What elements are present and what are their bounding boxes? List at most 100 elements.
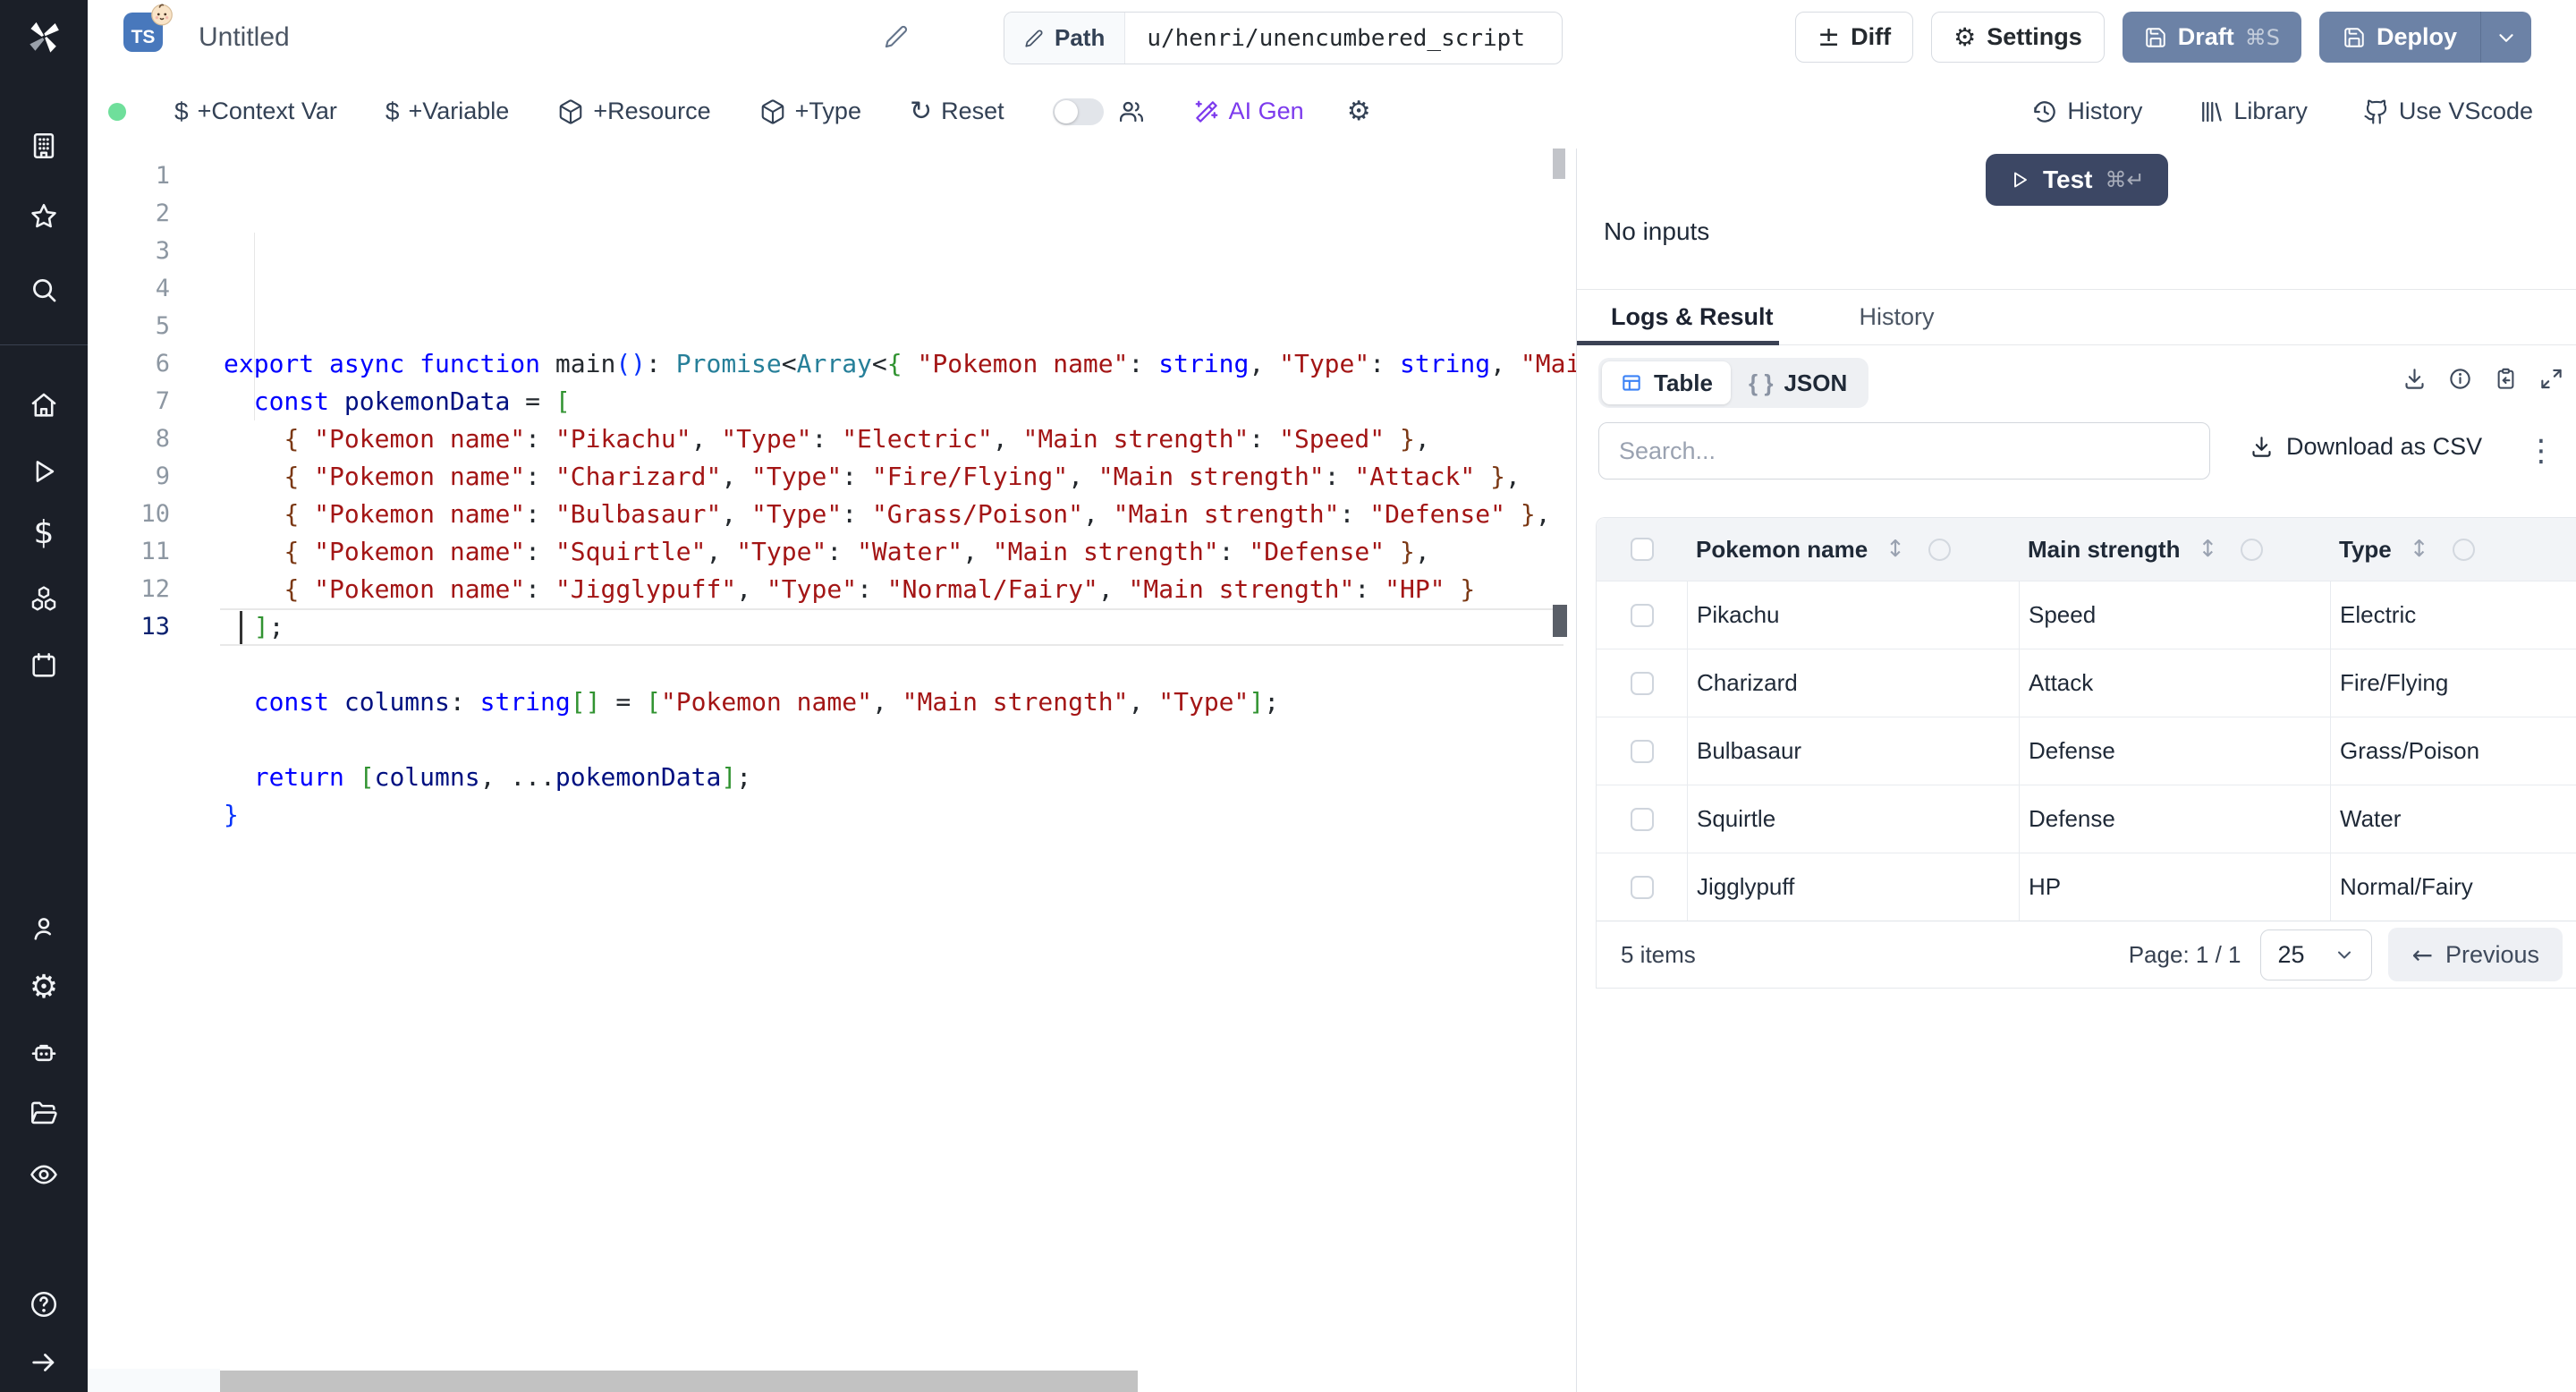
ai-gen-button[interactable]: AI Gen [1193, 98, 1304, 125]
script-emoji-icon [151, 4, 173, 26]
line-number: 3 [155, 237, 170, 265]
table-icon [1623, 375, 1640, 391]
history-button[interactable]: History [2031, 98, 2142, 125]
play-icon[interactable] [29, 456, 59, 487]
sort-icon[interactable]: ↕ [2198, 536, 2217, 563]
line-number: 9 [155, 463, 170, 490]
reset-button[interactable]: ↻ Reset [910, 96, 1004, 127]
deploy-button[interactable]: Deploy [2319, 12, 2480, 63]
sort-icon[interactable]: ↕ [2410, 536, 2429, 563]
column-header[interactable]: Pokemon name ↕ [1687, 536, 2019, 564]
add-type-button[interactable]: +Type [759, 98, 861, 125]
editor-vertical-scrollbar[interactable] [1553, 149, 1565, 179]
deploy-dropdown-button[interactable] [2480, 12, 2531, 63]
column-handle[interactable] [2452, 538, 2475, 561]
editor-code[interactable]: export async function main(): Promise<Ar… [220, 149, 1576, 1392]
table-cell: Electric [2330, 581, 2576, 649]
row-checkbox[interactable] [1630, 739, 1654, 763]
add-variable-button[interactable]: $ +Variable [386, 98, 509, 126]
indent-guide [254, 233, 255, 420]
braces-icon: { } [1748, 369, 1774, 396]
path-widget[interactable]: Path u/henri/unencumbered_script [1004, 12, 1563, 64]
folder-icon[interactable] [29, 1099, 59, 1129]
help-icon[interactable] [29, 1289, 59, 1320]
add-resource-button[interactable]: +Resource [557, 98, 711, 125]
row-checkbox[interactable] [1630, 671, 1654, 695]
github-icon [2364, 98, 2386, 124]
building-icon[interactable] [29, 131, 59, 161]
code-line: const columns: string[] = ["Pokemon name… [253, 687, 1280, 717]
line-number: 11 [140, 538, 170, 565]
star-icon[interactable] [29, 201, 59, 232]
test-button[interactable]: Test ⌘↵ [1986, 154, 2168, 206]
edit-title-pencil-icon[interactable] [884, 24, 909, 49]
home-icon[interactable] [29, 390, 59, 420]
clipboard-copy-icon[interactable] [2494, 367, 2518, 391]
sort-icon[interactable]: ↕ [1885, 536, 1905, 563]
editor-settings-gear-icon[interactable]: ⚙ [1347, 96, 1371, 127]
column-handle[interactable] [2241, 538, 2264, 561]
sidebar-divider [0, 344, 88, 345]
row-checkbox[interactable] [1630, 875, 1654, 899]
table-cell: HP [2019, 853, 2330, 921]
expand-icon[interactable] [2539, 367, 2563, 391]
calendar-icon[interactable] [29, 650, 59, 681]
bot-icon[interactable] [29, 1038, 59, 1068]
page-size-select[interactable]: 25 [2260, 929, 2373, 980]
download-csv-button[interactable]: Download as CSV [2250, 433, 2482, 461]
user-icon[interactable] [29, 913, 59, 944]
column-header[interactable]: Type ↕ [2330, 536, 2576, 564]
top-bar: TS Untitled Path u/henri/unencumbered_sc… [88, 0, 2576, 75]
info-icon[interactable] [2448, 367, 2472, 391]
code-editor[interactable]: 1 2 3 4 5 6 7 8 9 10 11 12 13 export async function … [88, 149, 1576, 1392]
table-cell: Fire/Flying [2330, 649, 2576, 717]
table-cell: Squirtle [1687, 785, 2019, 853]
windmill-logo-icon[interactable] [23, 16, 64, 57]
arrow-right-icon[interactable] [29, 1347, 59, 1378]
add-context-var-button[interactable]: $ +Context Var [174, 98, 337, 126]
download-icon[interactable] [2402, 367, 2427, 391]
table-row: Jigglypuff HP Normal/Fairy [1597, 853, 2576, 921]
search-icon[interactable] [29, 275, 59, 305]
search-input[interactable] [1598, 422, 2210, 480]
draft-button[interactable]: Draft ⌘S [2122, 12, 2301, 63]
more-options-kebab-icon[interactable]: ⋮ [2526, 429, 2556, 472]
view-json-button[interactable]: { } JSON [1731, 361, 1865, 404]
column-header[interactable]: Main strength ↕ [2019, 536, 2330, 564]
dollar-icon[interactable]: $ [29, 516, 59, 550]
current-line-highlight [220, 608, 1563, 646]
select-all-checkbox[interactable] [1630, 538, 1654, 561]
items-count: 5 items [1621, 940, 1696, 968]
tab-history[interactable]: History [1860, 303, 1935, 331]
line-number: 4 [155, 275, 170, 302]
collab-toggle[interactable] [1052, 98, 1104, 125]
eye-icon[interactable] [29, 1159, 59, 1190]
library-button[interactable]: Library [2198, 98, 2308, 125]
users-icon[interactable] [1118, 98, 1145, 125]
editor-horizontal-scrollbar[interactable] [220, 1371, 1138, 1392]
rotate-cw-icon: ↻ [909, 96, 933, 127]
previous-page-button[interactable]: ← Previous [2388, 928, 2563, 981]
diff-button[interactable]: ± Diff [1794, 12, 1914, 63]
line-number: 10 [140, 500, 170, 528]
boxes-icon[interactable] [29, 584, 59, 615]
row-checkbox[interactable] [1630, 807, 1654, 831]
use-vscode-button[interactable]: Use VScode [2363, 98, 2533, 125]
code-line: { "Pokemon name": "Charizard", "Type": "… [284, 462, 1521, 491]
line-number: 13 [140, 613, 170, 641]
code-line: } [224, 800, 239, 829]
path-value[interactable]: u/henri/unencumbered_script [1125, 13, 1562, 64]
column-handle[interactable] [1928, 538, 1951, 561]
dollar-icon: $ [174, 97, 189, 125]
tab-logs-result[interactable]: Logs & Result [1611, 303, 1774, 331]
view-table-button[interactable]: Table [1602, 361, 1731, 404]
row-checkbox[interactable] [1630, 603, 1654, 627]
gear-icon[interactable]: ⚙ [29, 971, 59, 1005]
table-row: Pikachu Speed Electric [1597, 581, 2576, 649]
table-cell: Defense [2019, 717, 2330, 785]
editor-toolbar: $ +Context Var $ +Variable +Resource +Ty… [88, 74, 2576, 149]
settings-button[interactable]: ⚙ Settings [1931, 12, 2105, 63]
code-line: { "Pokemon name": "Bulbasaur", "Type": "… [284, 499, 1551, 529]
table-cell: Jigglypuff [1687, 853, 2019, 921]
